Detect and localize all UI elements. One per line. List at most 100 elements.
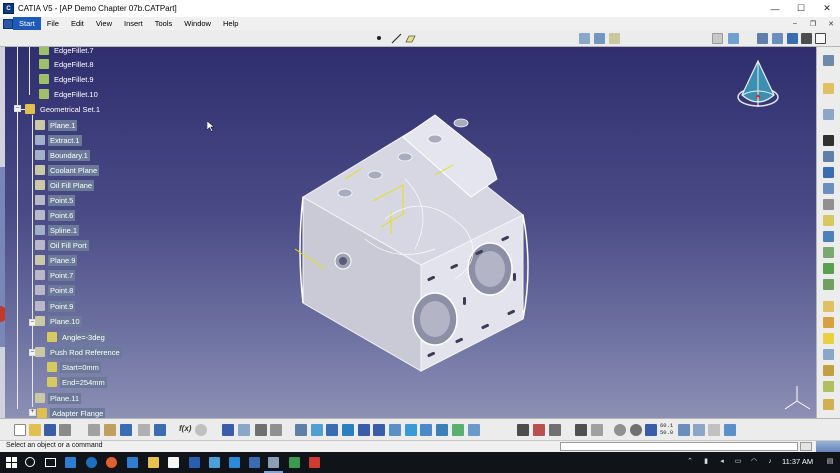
- rotate-icon[interactable]: [342, 424, 354, 436]
- zoom-area-icon[interactable]: [772, 33, 783, 44]
- normal-view-icon[interactable]: [389, 424, 401, 436]
- tree-node-parameter[interactable]: End=254mm: [47, 376, 107, 388]
- tree-node[interactable]: EdgeFillet.8: [39, 58, 96, 70]
- tray-speaker-icon[interactable]: ♪: [766, 458, 774, 466]
- apply-material-icon[interactable]: [533, 424, 545, 436]
- tree-expander[interactable]: +: [29, 409, 36, 416]
- maximize-button[interactable]: ☐: [788, 0, 814, 17]
- file-explorer-icon[interactable]: [148, 457, 159, 468]
- tree-node[interactable]: Push Rod Reference: [35, 346, 122, 358]
- remove-loft-icon[interactable]: [823, 263, 834, 274]
- ie-icon[interactable]: [86, 457, 97, 468]
- zoom-out-icon[interactable]: [373, 424, 385, 436]
- chamfer-icon[interactable]: [823, 301, 834, 312]
- tag-icon[interactable]: [724, 424, 736, 436]
- tree-node[interactable]: Extract.1: [35, 134, 82, 146]
- draft-icon[interactable]: [823, 317, 834, 328]
- undo-icon[interactable]: [120, 424, 132, 436]
- pan-icon[interactable]: [326, 424, 338, 436]
- tree-node[interactable]: Point.9: [35, 300, 76, 312]
- split-icon[interactable]: [823, 381, 834, 392]
- menu-file[interactable]: File: [41, 17, 65, 30]
- tree-node[interactable]: EdgeFillet.10: [39, 88, 100, 100]
- hole-icon[interactable]: [823, 183, 834, 194]
- edge-icon[interactable]: [65, 457, 76, 468]
- knowledge-icon[interactable]: [693, 424, 705, 436]
- fit-all-icon[interactable]: [311, 424, 323, 436]
- photos-icon[interactable]: [209, 457, 220, 468]
- loop-icon[interactable]: [614, 424, 626, 436]
- tree-node[interactable]: EdgeFillet.9: [39, 73, 96, 85]
- tree-node[interactable]: Point.6: [35, 209, 76, 221]
- catalog-browser-icon[interactable]: [238, 424, 250, 436]
- analysis-icon[interactable]: [594, 33, 605, 44]
- tree-node[interactable]: Point.7: [35, 269, 76, 281]
- excel-icon[interactable]: [289, 457, 300, 468]
- word-icon[interactable]: [249, 457, 260, 468]
- paste-icon[interactable]: [104, 424, 116, 436]
- pocket-icon[interactable]: [823, 135, 834, 146]
- shading-icon[interactable]: [436, 424, 448, 436]
- sketcher-icon[interactable]: [823, 83, 834, 94]
- whats-this-icon[interactable]: [154, 424, 166, 436]
- compass-icon[interactable]: [732, 57, 784, 115]
- axis-system-icon[interactable]: [517, 424, 529, 436]
- thread-icon[interactable]: [823, 365, 834, 376]
- taskbar-clock[interactable]: 11:37 AM: [782, 457, 813, 466]
- update-icon[interactable]: [255, 424, 267, 436]
- tree-node-geometrical-set[interactable]: Geometrical Set.1: [25, 103, 102, 115]
- mail-icon[interactable]: [127, 457, 138, 468]
- power-input-icon[interactable]: [630, 424, 642, 436]
- recorder-icon[interactable]: [309, 457, 320, 468]
- menu-insert[interactable]: Insert: [118, 17, 149, 30]
- firefox-icon[interactable]: [106, 457, 117, 468]
- cut-icon[interactable]: [88, 424, 100, 436]
- minimize-button[interactable]: —: [762, 0, 788, 17]
- slot-icon[interactable]: [823, 215, 834, 226]
- tray-network-icon[interactable]: ▮: [702, 458, 710, 466]
- open-icon[interactable]: [29, 424, 41, 436]
- task-view-icon[interactable]: [45, 458, 56, 467]
- fly-icon[interactable]: [757, 33, 768, 44]
- fit-all-icon[interactable]: [815, 33, 826, 44]
- plane-icon[interactable]: [405, 33, 416, 44]
- catia-taskbar-icon[interactable]: [268, 457, 279, 468]
- hide-show-icon[interactable]: [452, 424, 464, 436]
- tray-battery-icon[interactable]: ▭: [734, 458, 742, 466]
- outlook-icon[interactable]: [189, 457, 200, 468]
- save-icon[interactable]: [44, 424, 56, 436]
- tree-expander[interactable]: –: [14, 105, 21, 112]
- menu-window[interactable]: Window: [178, 17, 217, 30]
- camera-icon[interactable]: [575, 424, 587, 436]
- database-icon[interactable]: [678, 424, 690, 436]
- fly-mode-icon[interactable]: [295, 424, 307, 436]
- groove-icon[interactable]: [823, 167, 834, 178]
- multi-view-icon[interactable]: [270, 424, 282, 436]
- new-icon[interactable]: [14, 424, 26, 436]
- tree-node[interactable]: Plane.9: [35, 254, 78, 266]
- tree-node-geometrical-set[interactable]: Adapter Flange: [37, 407, 106, 418]
- lock-icon[interactable]: [549, 424, 561, 436]
- pad-icon[interactable]: [823, 109, 834, 120]
- tree-node[interactable]: Plane.11: [35, 392, 82, 404]
- constraint-icon[interactable]: [645, 424, 657, 436]
- skype-icon[interactable]: [229, 457, 240, 468]
- print-icon[interactable]: [59, 424, 71, 436]
- windows-start-icon[interactable]: [6, 457, 17, 468]
- swap-visible-space-icon[interactable]: [468, 424, 480, 436]
- point-icon[interactable]: [377, 36, 381, 40]
- tree-node-parameter[interactable]: Start=0mm: [47, 361, 101, 373]
- doc-close-button[interactable]: ✕: [822, 17, 840, 30]
- tree-node[interactable]: Point.8: [35, 284, 76, 296]
- tree-node[interactable]: Spline.1: [35, 224, 80, 236]
- document-icon[interactable]: [3, 18, 13, 29]
- tray-wifi-icon[interactable]: ◠: [750, 458, 758, 466]
- stiffener-icon[interactable]: [823, 231, 834, 242]
- properties-icon[interactable]: [591, 424, 603, 436]
- view-icon[interactable]: [728, 33, 739, 44]
- tray-volume-icon[interactable]: ◂: [718, 458, 726, 466]
- snap-icon[interactable]: [801, 33, 812, 44]
- filter-icon[interactable]: [708, 424, 720, 436]
- power-input-button[interactable]: [800, 442, 812, 451]
- grid-icon[interactable]: [787, 33, 798, 44]
